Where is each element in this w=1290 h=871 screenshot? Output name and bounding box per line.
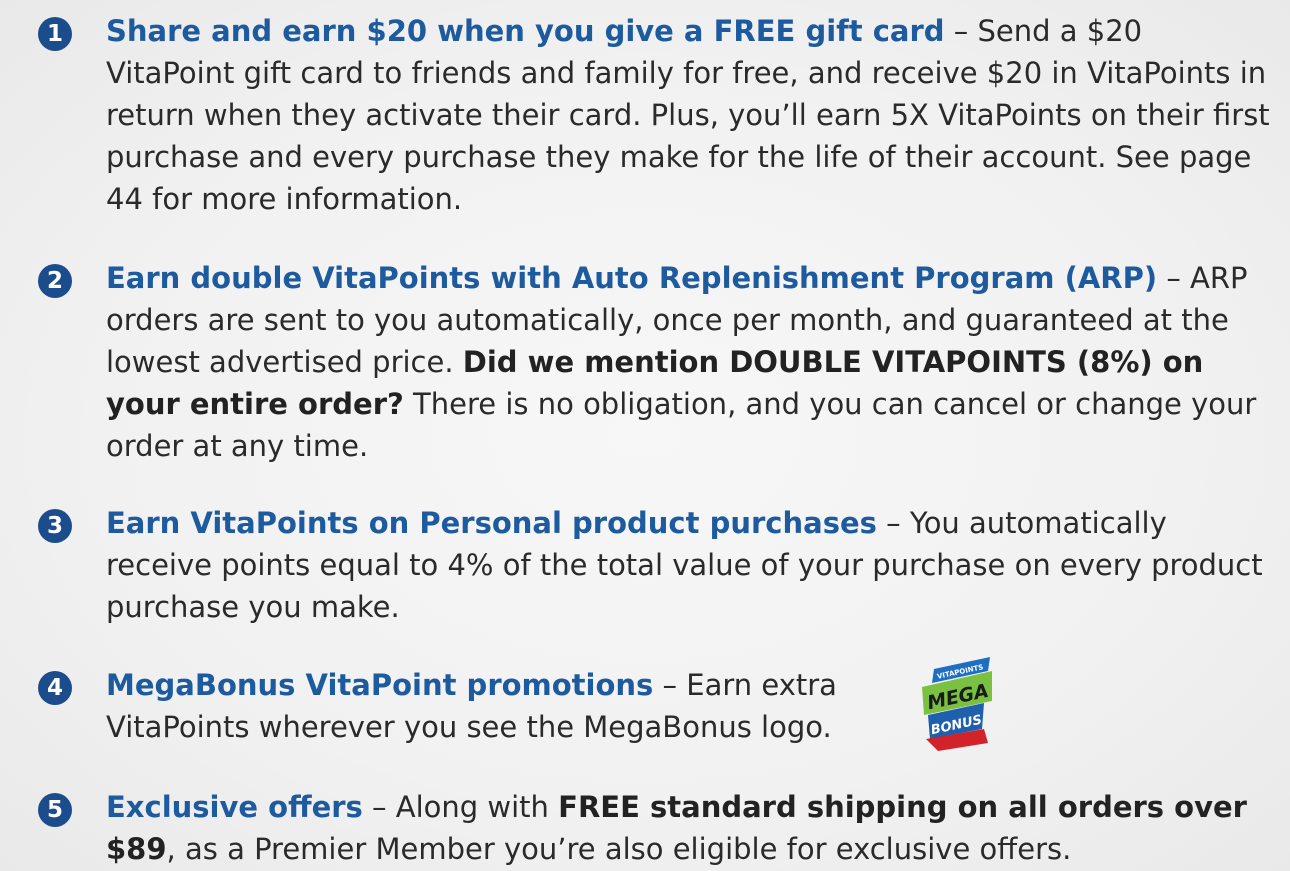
list-item-text: Exclusive offers – Along with FREE stand… [106, 786, 1276, 870]
list-item-text: MegaBonus VitaPoint promotions – Earn ex… [106, 664, 1276, 748]
list-item-text: Earn VitaPoints on Personal product purc… [106, 502, 1276, 628]
list-item-title: Exclusive offers [106, 790, 363, 824]
step-number-badge: 3 [38, 509, 72, 543]
step-number-badge: 5 [38, 793, 72, 827]
list-item-body: , as a Premier Member you’re also eligib… [166, 832, 1072, 866]
list-item-text: Share and earn $20 when you give a FREE … [106, 10, 1276, 220]
list-item-title: Earn VitaPoints on Personal product purc… [106, 506, 877, 540]
step-number-badge: 1 [38, 17, 72, 51]
list-item-body: – Earn extra [653, 668, 837, 702]
list-item-title: MegaBonus VitaPoint promotions [106, 668, 654, 702]
megabonus-logo: VITAPOINTS MEGA BONUS [922, 657, 992, 751]
list-item-title: Share and earn $20 when you give a FREE … [106, 14, 945, 48]
list-item-title: Earn double VitaPoints with Auto Repleni… [106, 261, 1158, 295]
step-number-badge: 2 [38, 264, 72, 298]
list-item-text: Earn double VitaPoints with Auto Repleni… [106, 257, 1276, 467]
list-item-body: – Along with [362, 790, 559, 824]
list-item-body: VitaPoints wherever you see the MegaBonu… [106, 710, 832, 744]
step-number-badge: 4 [38, 671, 72, 705]
